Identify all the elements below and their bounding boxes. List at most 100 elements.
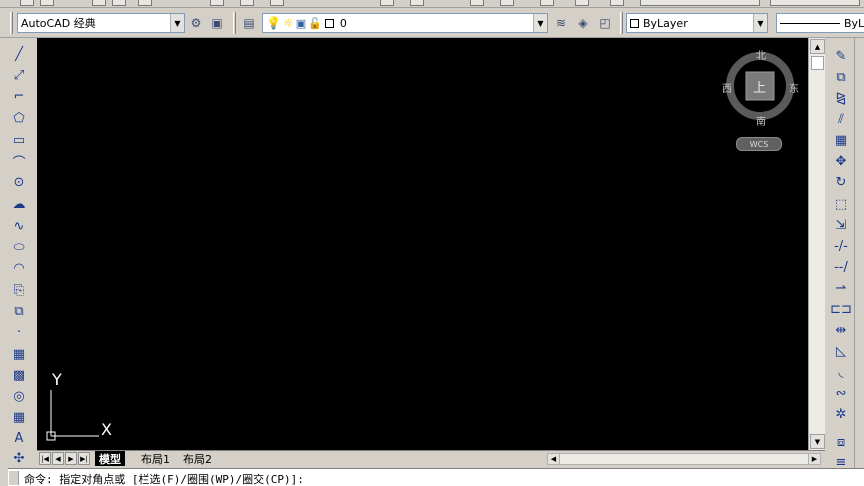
properties-icon[interactable] [540, 0, 554, 6]
tab-layout2[interactable]: 布局2 [179, 451, 216, 466]
offset-icon[interactable]: ⫽ [831, 109, 851, 129]
scroll-down-icon[interactable]: ▼ [810, 434, 825, 449]
scroll-left-icon[interactable]: ◀ [548, 454, 560, 464]
horizontal-scrollbar[interactable]: ◀ ▶ [547, 453, 821, 465]
scroll-thumb[interactable] [811, 56, 824, 70]
rectangle-icon[interactable]: ▭ [9, 130, 29, 150]
viewcube-west[interactable]: 西 [722, 80, 732, 95]
tab-layout1[interactable]: 布局1 [137, 451, 174, 466]
revision-cloud-icon[interactable]: ☁ [9, 194, 29, 214]
dimstyle-combo[interactable] [770, 0, 860, 6]
chevron-down-icon[interactable]: ▼ [753, 14, 767, 32]
multiline-text-icon[interactable]: A [9, 428, 29, 448]
rotate-icon[interactable]: ↻ [831, 172, 851, 192]
ellipse-icon[interactable]: ⬭ [9, 237, 29, 257]
make-block-icon[interactable]: ⧉ [9, 301, 29, 321]
color-swatch-icon [630, 18, 639, 28]
paste-icon[interactable] [270, 0, 284, 6]
line-icon[interactable]: ╱ [9, 44, 29, 64]
scroll-right-icon[interactable]: ▶ [808, 454, 820, 464]
layer-manager-icon[interactable]: ▤ [240, 14, 258, 32]
preview-icon[interactable] [138, 0, 152, 6]
zoom-icon[interactable] [500, 0, 514, 6]
viewcube-east[interactable]: 东 [789, 80, 799, 95]
command-line-grip[interactable] [9, 471, 19, 485]
break-icon[interactable]: ⊏⊐ [830, 299, 852, 319]
construction-line-icon[interactable]: ⤢ [9, 65, 29, 85]
pan-icon[interactable] [470, 0, 484, 6]
undo-icon[interactable] [380, 0, 394, 6]
region-icon[interactable]: ◎ [9, 386, 29, 406]
polygon-icon[interactable]: ⬠ [9, 108, 29, 128]
ucs-axes-icon [46, 390, 99, 441]
style-combo[interactable] [640, 0, 760, 6]
workspace-settings-icon[interactable]: ⚙ [187, 14, 205, 32]
command-line[interactable]: 命令: 指定对角点或 [栏选(F)/圈围(WP)/圈交(CP)]: [8, 468, 864, 486]
extend-icon[interactable]: --/ [831, 257, 851, 277]
save-icon[interactable] [92, 0, 106, 6]
polyline-icon[interactable]: ⌐ [9, 86, 29, 106]
vertical-scrollbar[interactable]: ▲ ▼ [808, 38, 825, 450]
linetype-value: ByL [844, 16, 864, 30]
toolbar-grip[interactable] [10, 12, 13, 34]
chevron-down-icon[interactable]: ▼ [170, 14, 184, 32]
workspace-dropdown[interactable]: AutoCAD 经典 ▼ [17, 13, 185, 33]
layer-state-icon[interactable]: ◰ [596, 14, 614, 32]
viewcube-north[interactable]: 北 [756, 47, 766, 62]
wcs-menu-button[interactable]: WCS [736, 137, 782, 151]
arc-icon[interactable]: ⌒ [9, 151, 29, 171]
viewcube[interactable]: 北 南 东 西 上 [720, 46, 800, 128]
erase-icon[interactable]: ✎ [831, 46, 851, 66]
insert-block-icon[interactable]: ⎘ [9, 280, 29, 300]
explode-icon[interactable]: ✲ [831, 404, 851, 424]
blend-curves-icon[interactable]: ∾ [831, 383, 851, 403]
layer-dropdown[interactable]: 💡 ☼ ▣ 🔓 0 ▼ [262, 13, 548, 33]
drawing-canvas[interactable]: 北 南 东 西 上 WCS Y X [37, 38, 808, 450]
gradient-icon[interactable]: ▩ [9, 365, 29, 385]
tab-model[interactable]: 模型 [95, 451, 125, 466]
cut-icon[interactable] [210, 0, 224, 6]
viewcube-top-face[interactable]: 上 [753, 77, 766, 96]
point-icon[interactable]: · [9, 322, 29, 342]
plot-icon[interactable] [112, 0, 126, 6]
stretch-icon[interactable]: ⇲ [831, 215, 851, 235]
copy-object-icon[interactable]: ⧉ [831, 67, 851, 87]
new-icon[interactable] [20, 0, 34, 6]
fillet-icon[interactable]: ◟ [831, 362, 851, 382]
tool-palettes-icon[interactable] [610, 0, 624, 6]
ucs-y-label: Y [52, 370, 62, 389]
customize-icon[interactable]: ▣ [208, 14, 226, 32]
chamfer-icon[interactable]: ◺ [831, 341, 851, 361]
mirror-icon[interactable]: ⧎ [831, 88, 851, 108]
trim-icon[interactable]: -/- [831, 236, 851, 256]
scale-icon[interactable]: ⬚ [831, 194, 851, 214]
make-current-layer-icon[interactable]: ≋ [552, 14, 570, 32]
color-dropdown[interactable]: ByLayer ▼ [626, 13, 768, 33]
toolbar-grip[interactable] [620, 12, 623, 34]
draw-order-icon[interactable]: ⧈ [831, 432, 851, 452]
add-selected-icon[interactable]: ✣ [9, 448, 29, 468]
scroll-up-icon[interactable]: ▲ [810, 39, 825, 54]
chevron-down-icon[interactable]: ▼ [533, 14, 547, 32]
circle-icon[interactable]: ⊙ [9, 172, 29, 192]
first-tab-icon[interactable]: |◀ [39, 452, 51, 465]
toolbar-grip[interactable] [233, 12, 236, 34]
next-tab-icon[interactable]: ▶ [65, 452, 77, 465]
redo-icon[interactable] [410, 0, 424, 6]
break-at-point-icon[interactable]: ⇀ [831, 278, 851, 298]
open-icon[interactable] [40, 0, 54, 6]
array-icon[interactable]: ▦ [831, 130, 851, 150]
spline-icon[interactable]: ∿ [9, 216, 29, 236]
table-icon[interactable]: ▦ [9, 407, 29, 427]
viewcube-south[interactable]: 南 [756, 113, 766, 128]
last-tab-icon[interactable]: ▶| [78, 452, 90, 465]
move-icon[interactable]: ✥ [831, 151, 851, 171]
ellipse-arc-icon[interactable]: ◠ [9, 258, 29, 278]
linetype-dropdown[interactable]: ByL [776, 13, 864, 33]
hatch-icon[interactable]: ▦ [9, 344, 29, 364]
copy-icon[interactable] [240, 0, 254, 6]
join-icon[interactable]: ⇹ [831, 320, 851, 340]
design-center-icon[interactable] [575, 0, 589, 6]
prev-tab-icon[interactable]: ◀ [52, 452, 64, 465]
layer-previous-icon[interactable]: ◈ [574, 14, 592, 32]
